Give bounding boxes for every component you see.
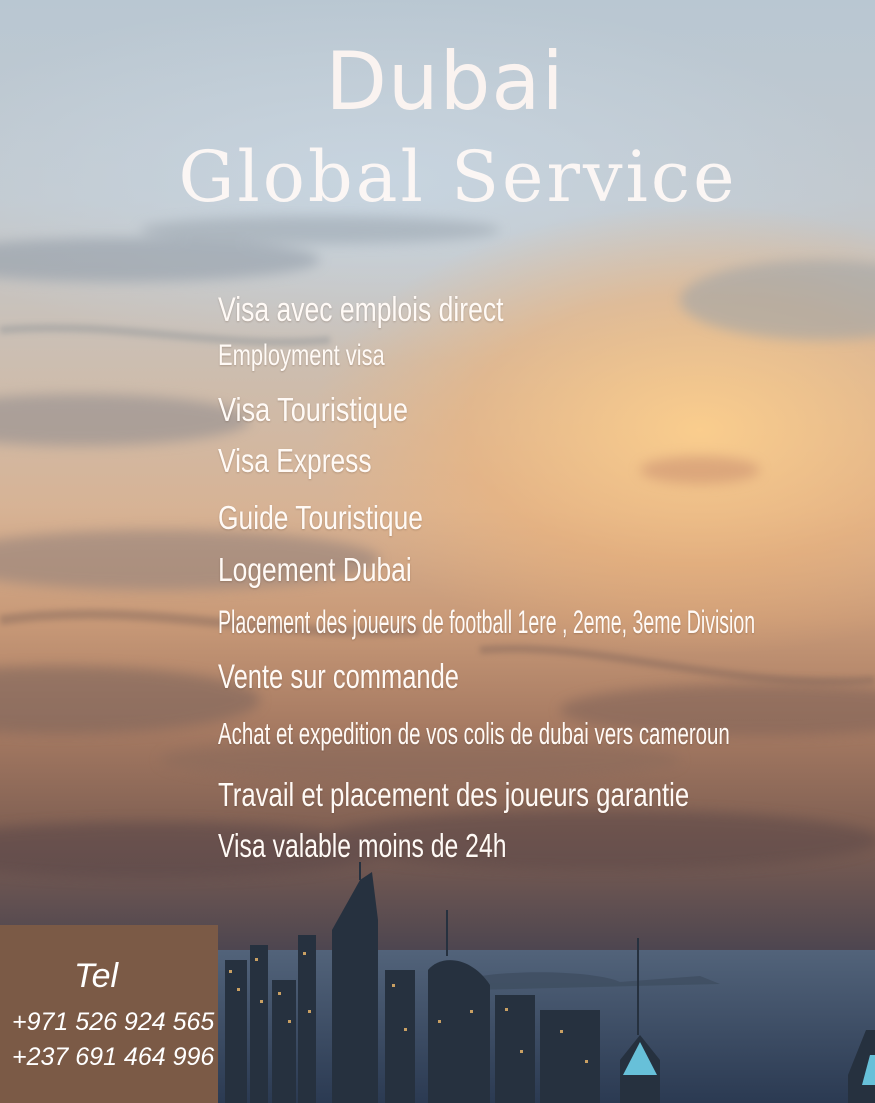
service-item: Placement des joueurs de football 1ere ,… <box>218 604 756 640</box>
service-item: Visa valable moins de 24h <box>218 827 507 864</box>
tel-label: Tel <box>74 957 119 995</box>
phone-number-cameroon[interactable]: +237 691 464 996 <box>12 1045 214 1070</box>
service-item: Visa Express <box>218 442 372 479</box>
phone-number-uae[interactable]: +971 526 924 565 <box>12 1010 214 1035</box>
service-item: Achat et expedition de vos colis de duba… <box>218 716 730 751</box>
poster: Dubai Global Service Visa avec emplois d… <box>0 0 875 1103</box>
contact-box: Tel +971 526 924 565 +237 691 464 996 <box>0 925 218 1103</box>
service-item: Guide Touristique <box>218 499 423 536</box>
service-item: Visa Touristique <box>218 391 409 428</box>
title-dubai: Dubai <box>325 35 565 128</box>
service-item: Visa avec emplois direct <box>218 291 504 329</box>
service-item: Vente sur commande <box>218 658 459 696</box>
title-global-service: Global Service <box>178 136 738 218</box>
service-item: Employment visa <box>218 339 385 372</box>
service-item: Logement Dubai <box>218 551 412 588</box>
service-item: Travail et placement des joueurs garanti… <box>218 776 690 813</box>
